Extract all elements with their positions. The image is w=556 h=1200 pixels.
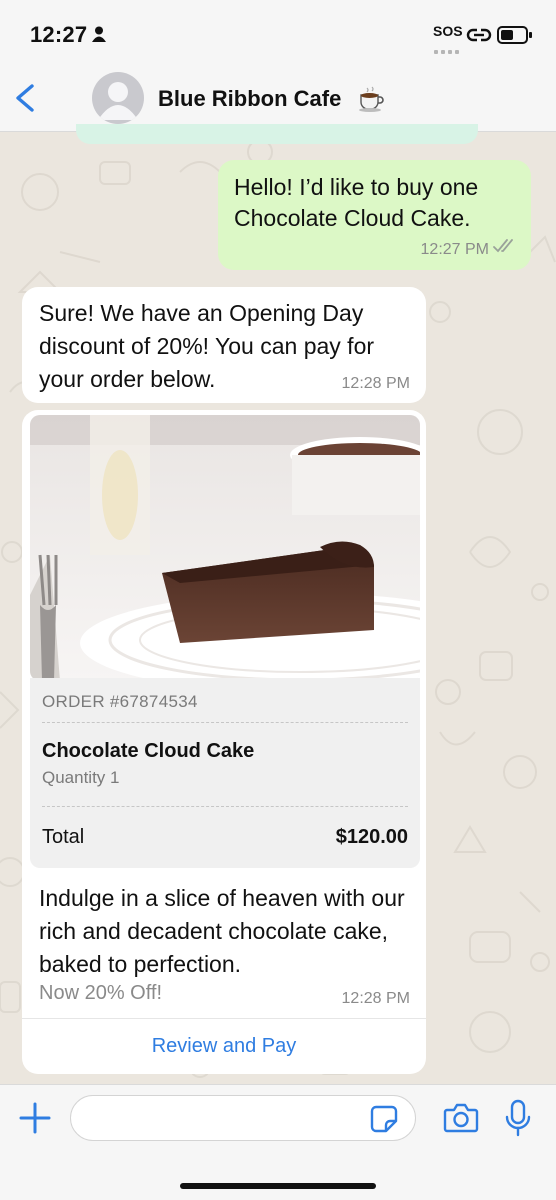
- total-label: Total: [42, 826, 85, 848]
- divider: [42, 722, 408, 723]
- message-input[interactable]: [70, 1095, 416, 1141]
- total-value: $120.00: [335, 826, 408, 848]
- attach-button[interactable]: [18, 1101, 52, 1135]
- camera-icon: [443, 1103, 479, 1133]
- coffee-icon: [358, 86, 386, 117]
- camera-button[interactable]: [443, 1101, 479, 1135]
- divider: [42, 806, 408, 807]
- chocolate-cake-image[interactable]: [30, 415, 420, 681]
- previous-message-edge: [76, 124, 478, 144]
- order-card-time: 12:28 PM: [341, 990, 410, 1007]
- avatar[interactable]: [92, 72, 144, 124]
- signal-dots-icon: [434, 41, 460, 59]
- incoming-message-bubble[interactable]: Sure! We have an Opening Day discount of…: [22, 287, 426, 403]
- incoming-message-time: 12:28 PM: [341, 375, 410, 392]
- sticker-button[interactable]: [370, 1105, 398, 1133]
- contact-name[interactable]: Blue Ribbon Cafe: [158, 86, 341, 112]
- satellite-link-icon: [465, 25, 493, 50]
- outgoing-message-time: 12:27 PM: [420, 241, 489, 258]
- plus-icon: [19, 1102, 51, 1134]
- status-bar: 12:27 SOS: [0, 0, 556, 60]
- back-button[interactable]: [6, 78, 42, 118]
- product-description: Indulge in a slice of heaven with our ri…: [39, 885, 405, 977]
- status-time: 12:27: [30, 22, 88, 47]
- default-avatar-icon: [98, 82, 138, 120]
- read-receipt-icon: [493, 239, 517, 258]
- item-name: Chocolate Cloud Cake: [42, 740, 255, 762]
- microphone-icon: [505, 1099, 531, 1137]
- chat-header: Blue Ribbon Cafe: [0, 60, 556, 132]
- item-quantity: Quantity 1: [42, 768, 120, 787]
- outgoing-message-text: Hello! I’d like to buy one Chocolate Clo…: [234, 174, 479, 231]
- promo-text: Now 20% Off!: [39, 982, 163, 1004]
- microphone-button[interactable]: [504, 1099, 532, 1137]
- order-number: ORDER #67874534: [42, 692, 198, 711]
- sticker-icon: [370, 1105, 398, 1133]
- chevron-left-icon: [16, 84, 34, 112]
- review-and-pay-button[interactable]: Review and Pay: [22, 1018, 426, 1074]
- outgoing-message-bubble[interactable]: Hello! I’d like to buy one Chocolate Clo…: [218, 160, 531, 270]
- person-icon: [92, 26, 106, 47]
- order-summary: ORDER #67874534 Chocolate Cloud Cake Qua…: [30, 678, 420, 868]
- home-indicator: [180, 1183, 376, 1189]
- order-card-bubble[interactable]: ORDER #67874534 Chocolate Cloud Cake Qua…: [22, 410, 426, 1074]
- message-input-bar: [0, 1084, 556, 1200]
- battery-icon: [497, 25, 533, 50]
- sos-indicator: SOS: [433, 23, 463, 39]
